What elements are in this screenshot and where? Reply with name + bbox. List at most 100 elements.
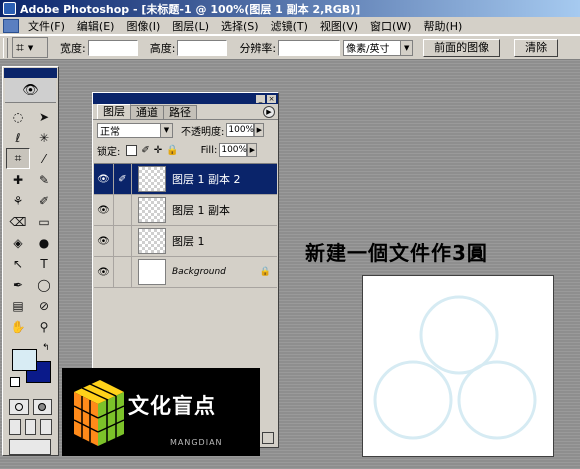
blend-mode-select[interactable]: 正常 ▼ — [97, 122, 173, 138]
logo-subtitle: MANGDIAN — [170, 438, 223, 447]
adobe-online-icon[interactable]: 👁 — [5, 79, 56, 103]
foreground-color-swatch[interactable] — [12, 349, 37, 371]
path-selection-tool-icon[interactable]: ↖ — [6, 253, 30, 274]
magic-wand-tool-icon[interactable]: ✳ — [32, 127, 56, 148]
clear-button[interactable]: 清除 — [514, 38, 559, 57]
healing-brush-tool-icon[interactable]: ✚ — [6, 169, 30, 190]
swap-colors-icon[interactable]: ↰ — [42, 343, 50, 353]
system-menu-icon[interactable] — [3, 18, 19, 33]
notes-tool-icon[interactable]: ▤ — [6, 295, 30, 316]
close-icon[interactable]: × — [267, 94, 276, 103]
marquee-tool-icon[interactable]: ◌ — [6, 106, 30, 127]
layer-name[interactable]: 图层 1 副本 2 — [172, 171, 277, 187]
brush-tool-icon[interactable]: ✎ — [32, 169, 56, 190]
menu-layer[interactable]: 图层(L) — [166, 18, 215, 34]
link-cell[interactable] — [114, 256, 132, 288]
eyedropper-tool-icon[interactable]: ⊘ — [32, 295, 56, 316]
blur-tool-icon[interactable]: ◈ — [6, 232, 30, 253]
lock-image-brush-icon[interactable]: ✐ — [141, 145, 149, 156]
layer-thumbnail[interactable] — [138, 166, 166, 192]
layer-name[interactable]: 图层 1 — [172, 233, 277, 249]
gradient-tool-icon[interactable]: ▭ — [32, 211, 56, 232]
layer-name[interactable]: 图层 1 副本 — [172, 202, 277, 218]
toolbox: 👁 ◌ ➤ ℓ ✳ ⌗ ⁄ ✚ ✎ ⚘ ✐ ⌫ ▭ ◈ ● ↖ T ✒ ◯ ▤ ⊘ ✋ ⚲ ↰ — [2, 66, 59, 456]
layer-row[interactable]: 👁 ✐ 图层 1 副本 2 — [94, 163, 277, 195]
slice-tool-icon[interactable]: ⁄ — [32, 148, 56, 169]
hand-tool-icon[interactable]: ✋ — [6, 316, 30, 337]
link-cell[interactable] — [114, 225, 132, 257]
watermark-logo: 文化盲点 MANGDIAN — [62, 368, 260, 456]
tab-channels[interactable]: 通道 — [130, 105, 164, 119]
zoom-tool-icon[interactable]: ⚲ — [32, 316, 56, 337]
type-tool-icon[interactable]: T — [32, 253, 56, 274]
menu-edit[interactable]: 编辑(E) — [71, 18, 121, 34]
move-tool-icon[interactable]: ➤ — [32, 106, 56, 127]
resolution-unit-select[interactable]: 像素/英寸 ▼ — [343, 39, 414, 56]
front-image-button[interactable]: 前面的图像 — [423, 38, 501, 57]
lock-position-icon[interactable]: ✛ — [154, 145, 162, 156]
full-screen-icon[interactable] — [40, 419, 53, 435]
lasso-tool-icon[interactable]: ℓ — [6, 127, 30, 148]
layers-panel-titlebar[interactable]: _ × — [93, 93, 278, 104]
full-screen-menu-icon[interactable] — [24, 419, 37, 435]
circle-left — [373, 360, 453, 440]
history-brush-tool-icon[interactable]: ✐ — [32, 190, 56, 211]
menu-view[interactable]: 视图(V) — [314, 18, 364, 34]
menu-bar: 文件(F) 编辑(E) 图像(I) 图层(L) 选择(S) 滤镜(T) 视图(V… — [0, 17, 580, 35]
standard-screen-icon[interactable] — [9, 419, 21, 435]
tool-preset-picker[interactable]: ⌗ ▼ — [12, 37, 48, 58]
quickmask-mode-button[interactable] — [32, 399, 52, 415]
default-colors-icon[interactable] — [10, 377, 20, 387]
lock-label: 锁定: — [97, 146, 121, 158]
lock-all-icon[interactable]: 🔒 — [166, 145, 178, 156]
tab-paths[interactable]: 路径 — [163, 105, 197, 119]
clone-stamp-tool-icon[interactable]: ⚘ — [6, 190, 30, 211]
jump-to-imageready-icon[interactable] — [9, 439, 51, 455]
layer-thumbnail[interactable] — [138, 259, 166, 285]
eye-visibility-icon[interactable]: 👁 — [94, 225, 114, 257]
menu-image[interactable]: 图像(I) — [120, 18, 166, 34]
layer-row[interactable]: 👁 图层 1 副本 — [94, 194, 277, 226]
brush-active-icon[interactable]: ✐ — [114, 163, 132, 195]
eye-visibility-icon[interactable]: 👁 — [94, 163, 114, 195]
minimize-icon[interactable]: _ — [256, 94, 265, 103]
menu-filter[interactable]: 滤镜(T) — [265, 18, 314, 34]
options-bar-grip[interactable] — [3, 37, 8, 58]
dodge-tool-icon[interactable]: ● — [32, 232, 56, 253]
menu-select[interactable]: 选择(S) — [215, 18, 265, 34]
layer-row[interactable]: 👁 Background 🔒 — [94, 256, 277, 288]
opacity-slider-arrow[interactable]: ▶ — [254, 123, 265, 137]
eye-visibility-icon[interactable]: 👁 — [94, 194, 114, 226]
menu-help[interactable]: 帮助(H) — [417, 18, 468, 34]
layer-thumbnail[interactable] — [138, 228, 166, 254]
eye-visibility-icon[interactable]: 👁 — [94, 256, 114, 288]
tab-layers[interactable]: 图层 — [97, 104, 131, 119]
panel-menu-icon[interactable]: ▶ — [263, 106, 275, 118]
menu-file[interactable]: 文件(F) — [22, 18, 71, 34]
window-title: Adobe Photoshop - [未标题-1 @ 100%(图层 1 副本 … — [20, 2, 361, 16]
photoshop-app-icon — [3, 2, 16, 15]
fill-label: Fill: — [200, 144, 218, 156]
layer-name[interactable]: Background — [172, 267, 260, 277]
toolbox-titlebar[interactable] — [4, 68, 57, 78]
height-label: 高度: — [149, 41, 176, 55]
standard-mode-button[interactable] — [9, 399, 29, 415]
opacity-field[interactable]: 100% — [226, 123, 255, 137]
height-field[interactable] — [177, 39, 228, 56]
link-cell[interactable] — [114, 194, 132, 226]
pen-tool-icon[interactable]: ✒ — [6, 274, 30, 295]
resolution-field[interactable] — [278, 39, 341, 56]
crop-tool-icon[interactable]: ⌗ — [6, 148, 30, 169]
width-field[interactable] — [87, 39, 138, 56]
fill-slider-arrow[interactable]: ▶ — [247, 143, 258, 157]
lock-transparency-checkbox[interactable] — [126, 144, 138, 156]
fill-field[interactable]: 100% — [219, 143, 248, 157]
menu-window[interactable]: 窗口(W) — [364, 18, 417, 34]
eraser-tool-icon[interactable]: ⌫ — [6, 211, 30, 232]
layer-thumbnail[interactable] — [138, 197, 166, 223]
circle-right — [457, 360, 537, 440]
layer-row[interactable]: 👁 图层 1 — [94, 225, 277, 257]
shape-tool-icon[interactable]: ◯ — [32, 274, 56, 295]
document-canvas[interactable] — [362, 275, 554, 457]
resize-grip[interactable] — [262, 432, 274, 444]
